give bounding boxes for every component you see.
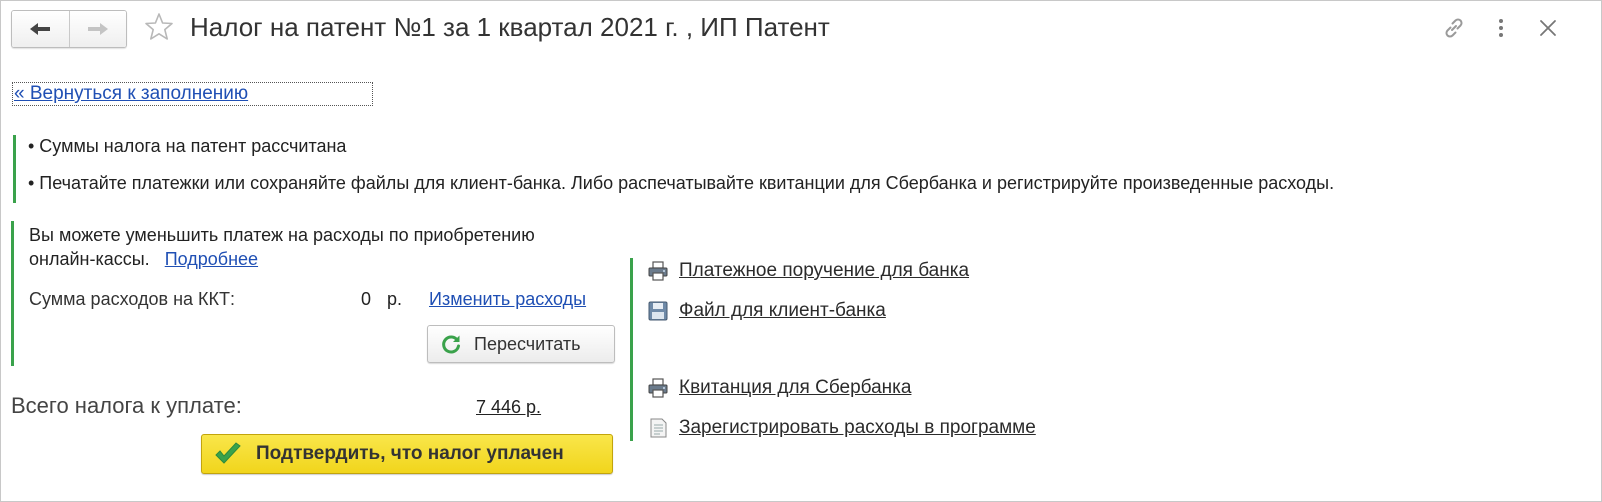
arrow-right-icon: [87, 23, 108, 35]
history-nav: [11, 10, 127, 48]
forward-button[interactable]: [68, 11, 126, 47]
kkt-description-line1: Вы можете уменьшить платеж на расходы по…: [29, 225, 535, 245]
total-tax-label: Всего налога к уплате:: [11, 393, 242, 418]
confirm-paid-button[interactable]: Подтвердить, что налог уплачен: [201, 434, 613, 474]
kkt-description: Вы можете уменьшить платеж на расходы по…: [29, 223, 535, 271]
kkt-sum-value: 0: [361, 289, 372, 309]
link-icon[interactable]: [1441, 15, 1467, 41]
arrow-left-icon: [30, 23, 51, 35]
more-vertical-icon[interactable]: [1489, 15, 1513, 41]
recalculate-label: Пересчитать: [474, 333, 581, 354]
info-panel: • Суммы налога на патент рассчитана • Пе…: [13, 135, 1576, 203]
page-title: Налог на патент №1 за 1 квартал 2021 г. …: [190, 12, 830, 42]
checkmark-icon: [215, 442, 241, 464]
kkt-expenses-panel: Вы можете уменьшить платеж на расходы по…: [11, 221, 624, 366]
kkt-sum-unit: р.: [387, 289, 403, 309]
document-icon: [650, 418, 667, 438]
info-line: • Печатайте платежки или сохраняйте файл…: [28, 173, 1335, 193]
printer-icon: [648, 378, 668, 398]
sberbank-receipt-link[interactable]: Квитанция для Сбербанка: [647, 375, 911, 401]
close-icon[interactable]: [1535, 15, 1561, 41]
total-tax-value[interactable]: 7 446 р.: [476, 395, 541, 419]
back-button[interactable]: [12, 11, 69, 47]
kkt-sum-label: Сумма расходов на ККТ:: [29, 289, 235, 309]
action-label: Платежное поручение для банка: [679, 260, 970, 281]
change-expenses-link[interactable]: Изменить расходы: [429, 287, 586, 311]
refresh-icon: [442, 335, 460, 354]
kkt-description-text: онлайн-кассы.: [29, 249, 150, 269]
register-expenses-link[interactable]: Зарегистрировать расходы в программе: [647, 415, 1036, 441]
client-bank-file-link[interactable]: Файл для клиент-банка: [647, 298, 886, 324]
actions-panel: Платежное поручение для банка Файл для к…: [630, 258, 1133, 441]
info-line: • Суммы налога на патент рассчитана: [28, 136, 347, 156]
document-window: Налог на патент №1 за 1 квартал 2021 г. …: [0, 0, 1602, 502]
back-to-filling-link[interactable]: « Вернуться к заполнению: [12, 82, 373, 106]
confirm-paid-label: Подтвердить, что налог уплачен: [256, 443, 564, 464]
payment-order-link[interactable]: Платежное поручение для банка: [647, 258, 969, 284]
floppy-disk-icon: [648, 301, 668, 321]
recalculate-button[interactable]: Пересчитать: [427, 325, 615, 363]
printer-icon: [648, 261, 668, 281]
kkt-description-line2: онлайн-кассы. Подробнее: [29, 247, 535, 271]
action-label: Квитанция для Сбербанка: [679, 377, 912, 398]
more-info-link[interactable]: Подробнее: [165, 249, 258, 269]
star-icon[interactable]: [143, 11, 175, 43]
action-label: Зарегистрировать расходы в программе: [679, 417, 1036, 438]
action-label: Файл для клиент-банка: [679, 300, 886, 321]
